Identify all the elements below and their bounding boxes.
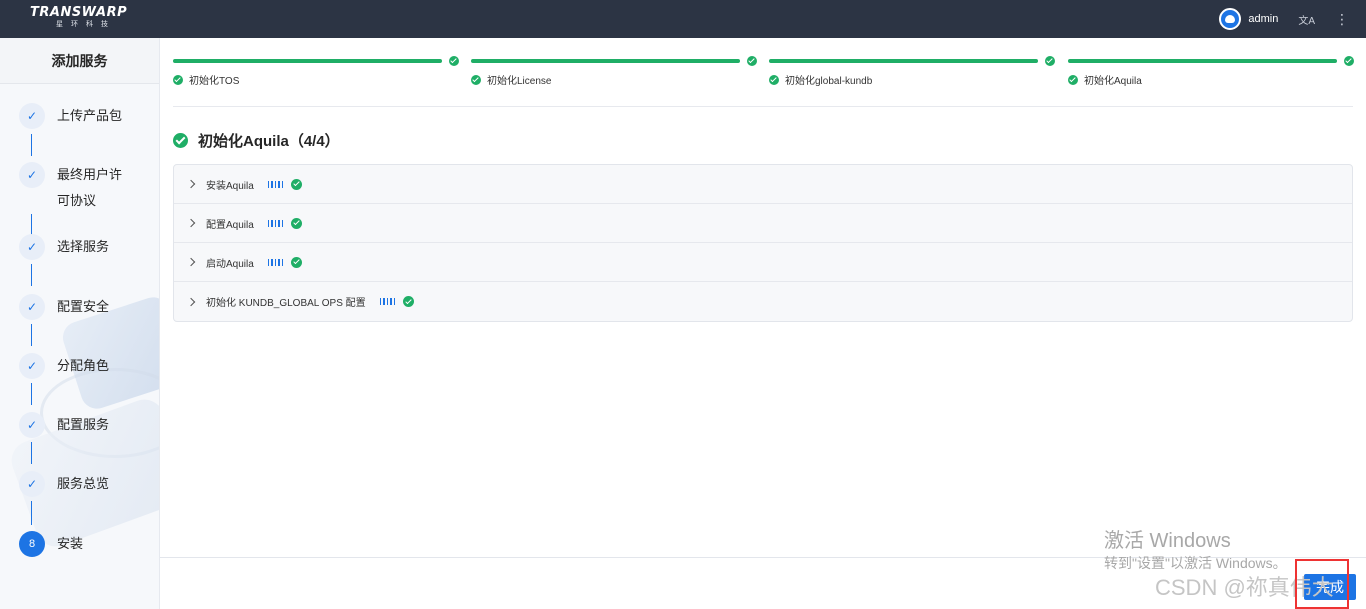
wizard-sidebar: 添加服务 ✓ 上传产品包 ✓ 最终用户许 可协议 ✓ 选择服务 ✓ 配置安全 ✓…	[0, 38, 160, 609]
success-icon	[403, 296, 415, 307]
chevron-right-icon[interactable]	[186, 297, 196, 306]
highlight-box	[1295, 559, 1349, 609]
step-label: 服务总览	[57, 476, 110, 491]
username[interactable]: admin	[1248, 13, 1278, 25]
log-bars-icon[interactable]	[267, 258, 284, 266]
success-icon	[291, 217, 303, 229]
stage-label: 初始化TOS	[189, 76, 240, 87]
check-circle-icon	[1344, 56, 1354, 66]
step-connector	[31, 501, 32, 525]
step-label: 安装	[57, 536, 84, 551]
check-circle-icon	[747, 56, 757, 66]
check-icon: ✓	[19, 234, 45, 260]
progress-bar	[471, 59, 740, 63]
log-bars-icon[interactable]	[267, 180, 284, 188]
chevron-right-icon[interactable]	[186, 257, 196, 267]
check-icon: ✓	[19, 294, 45, 320]
success-icon	[291, 256, 303, 268]
stage-label: 初始化Aquila	[1084, 76, 1142, 87]
check-icon: ✓	[19, 103, 45, 129]
check-circle-icon	[1045, 56, 1055, 66]
logo-subtext: 星环科技	[56, 21, 116, 28]
section-title-text: 初始化Aquila（4/4）	[198, 132, 340, 150]
step-label: 上传产品包	[57, 108, 123, 123]
step-label: 选择服务	[57, 239, 110, 254]
task-row-start-aquila[interactable]: 启动Aquila	[174, 243, 1352, 282]
language-icon[interactable]: 文A	[1298, 12, 1315, 27]
check-icon: ✓	[19, 162, 45, 188]
stage-label: 初始化License	[487, 76, 552, 87]
step-label: 配置服务	[57, 417, 110, 432]
task-label: 启动Aquila	[206, 258, 254, 270]
windows-activation-watermark: 激活 Windows 转到"设置"以激活 Windows。	[1104, 529, 1287, 573]
step-label: 分配角色	[57, 358, 110, 373]
check-circle-icon	[173, 132, 188, 148]
stage-tos: 初始化TOS	[173, 56, 459, 87]
check-circle-icon	[769, 74, 779, 85]
stage-label: 初始化global-kundb	[785, 76, 873, 87]
chevron-right-icon[interactable]	[186, 179, 196, 189]
task-list: 安装Aquila 配置Aquila 启动Aquila 初始化 KUNDB_GLO…	[173, 164, 1353, 322]
task-row-install-aquila[interactable]: 安装Aquila	[174, 165, 1352, 204]
check-icon: ✓	[19, 471, 45, 497]
progress-bar	[1068, 59, 1337, 63]
transwarp-logo[interactable]: TRANSWARP 星环科技	[30, 6, 127, 30]
stage-progress: 初始化TOS 初始化License 初始化global-kundb 初始化Aqu…	[173, 56, 1355, 87]
more-menu-icon[interactable]: ⋮	[1335, 11, 1349, 28]
check-circle-icon	[449, 56, 459, 66]
stage-global-kundb: 初始化global-kundb	[769, 56, 1055, 87]
step-connector	[31, 214, 32, 236]
step-label: 配置安全	[57, 299, 110, 314]
logo-text: TRANSWARP	[30, 5, 128, 20]
step-number-badge: 8	[19, 531, 45, 557]
stage-aquila: 初始化Aquila	[1068, 56, 1355, 87]
watermark-line1: 激活 Windows	[1104, 530, 1231, 552]
step-connector	[31, 442, 32, 464]
task-label: 安装Aquila	[206, 180, 254, 192]
step-connector	[31, 264, 32, 286]
step-connector	[31, 324, 32, 346]
check-circle-icon	[471, 74, 481, 85]
step-connector	[31, 134, 32, 156]
log-bars-icon[interactable]	[379, 298, 396, 305]
task-row-configure-aquila[interactable]: 配置Aquila	[174, 204, 1352, 243]
step-label-line2: 可协议	[57, 193, 97, 208]
user-avatar-icon[interactable]	[1219, 8, 1242, 30]
sidebar-title: 添加服务	[0, 38, 159, 84]
check-icon: ✓	[19, 353, 45, 379]
task-label: 初始化 KUNDB_GLOBAL OPS 配置	[206, 298, 366, 309]
check-circle-icon	[1068, 74, 1078, 85]
check-circle-icon	[173, 74, 183, 85]
task-row-init-kundb-ops[interactable]: 初始化 KUNDB_GLOBAL OPS 配置	[174, 282, 1352, 321]
top-bar: TRANSWARP 星环科技 admin 文A ⋮	[0, 0, 1366, 38]
progress-bar	[173, 59, 442, 63]
check-icon: ✓	[19, 412, 45, 438]
stage-license: 初始化License	[471, 56, 757, 87]
chevron-right-icon[interactable]	[186, 218, 196, 228]
section-title: 初始化Aquila（4/4）	[173, 130, 340, 150]
step-connector	[31, 383, 32, 405]
log-bars-icon[interactable]	[267, 219, 284, 227]
task-label: 配置Aquila	[206, 219, 254, 231]
success-icon	[291, 178, 303, 190]
divider	[173, 106, 1353, 107]
step-label: 最终用户许	[57, 167, 123, 182]
progress-bar	[769, 59, 1038, 63]
